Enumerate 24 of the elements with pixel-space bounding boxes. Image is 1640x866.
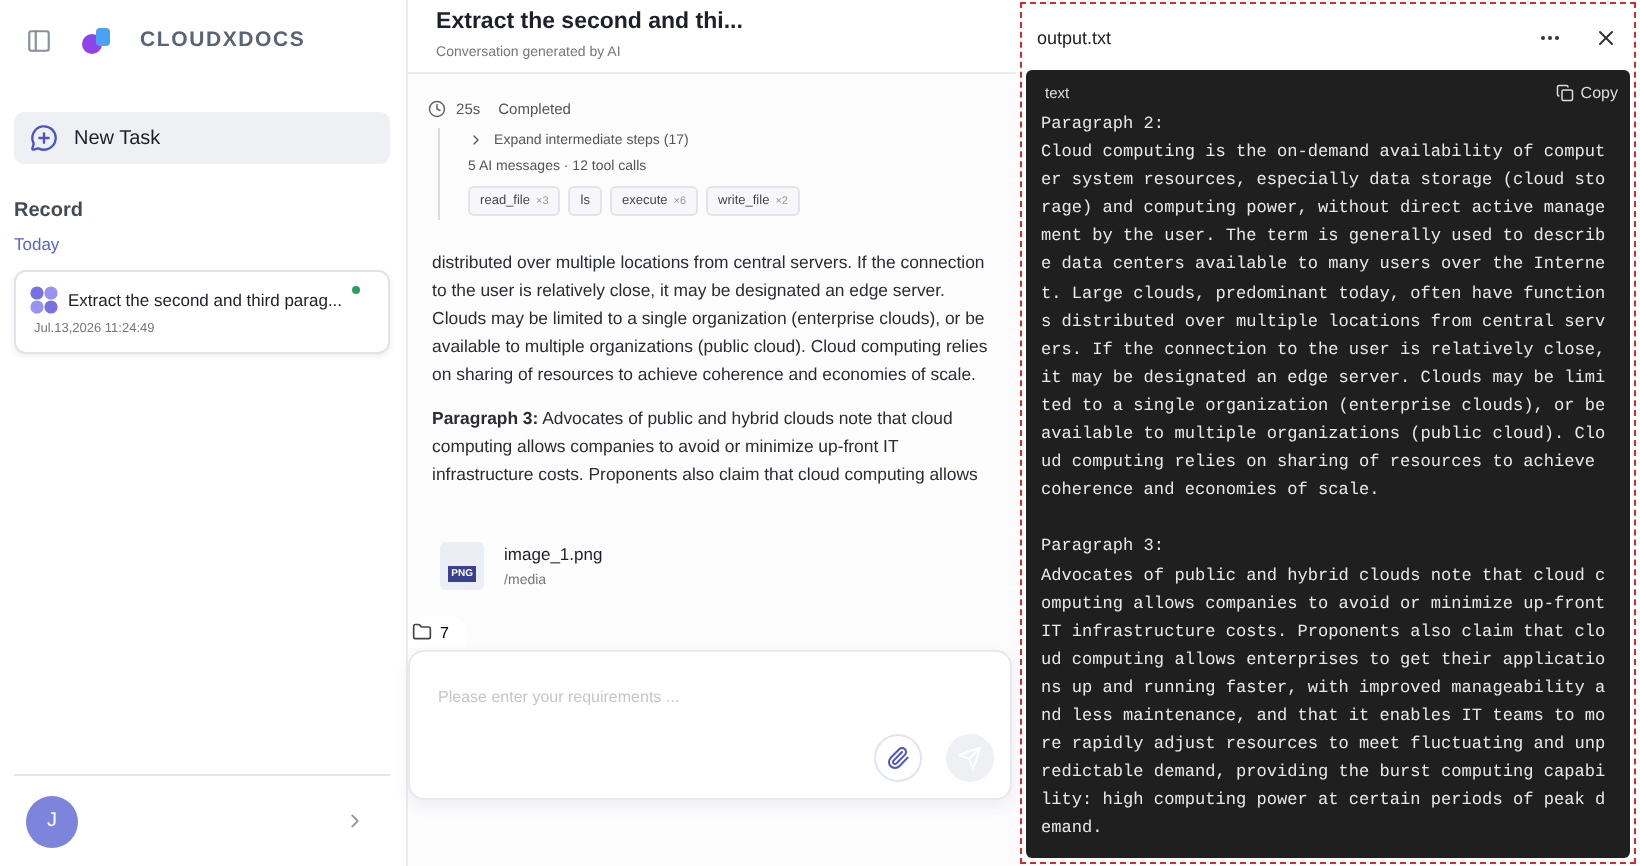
brand-name: CLOUDXDOCS — [140, 28, 306, 52]
close-button[interactable] — [1593, 25, 1618, 49]
new-task-button[interactable]: New Task — [14, 112, 391, 164]
paragraph: Paragraph 3: Advocates of public and hybrid clouds note that cloud computing allows companies to avoid or minimize up-front IT infrastructure costs. Proponents also claim that cloud computing allows — [432, 406, 980, 488]
file-content: Paragraph 2: Cloud computing is the on-demand availability of comput er system resources, especially data storage (cloud sto rage) and computing power, without direct active manage ment by the user. The term is generally used to describ e data centers available to many users over the Interne t. Large clouds, predominant today, often have function s distributed over multiple locations from central serv ers. If the connection to the user is relatively close, it may be designated an edge server. Clouds may be limi ted to a single organization (enterprise clouds), or be available to multiple organizations (public cloud). Clo ud computing relies on sharing of resources to achieve coherence and economies of scale. Paragraph 3: Advocates of public and hybrid clouds note that cloud c omputing allows companies to avoid or minimize up-front IT infrastructure costs. Proponents also claim that clo ud computing allows enterprises to get their applicatio ns up and running faster, with improved manageability a nd less maintenance, and that it enables IT teams to mo re rapidly adjust resources to meet fluctuating and unp redictable demand, providing the burst computing capabi lity: high computing power at certain periods of peak d emand. — [1041, 112, 1608, 843]
folder-icon — [412, 622, 433, 642]
file-title: output.txt — [1037, 27, 1112, 47]
copy-button[interactable]: Copy — [1556, 83, 1618, 101]
sidebar-toggle-icon[interactable] — [26, 27, 52, 53]
attach-button[interactable] — [873, 734, 922, 782]
paperclip-icon — [885, 746, 910, 770]
paragraph: distributed over multiple locations from central servers. If the connection to the user is relatively close, it may be designated an edge server. Clouds may be limited to a single organization (enterprise clouds), or be available to multiple organizations (public cloud). Cloud computing relies on sharing of resources to achieve coherence and economies of scale. — [432, 250, 990, 388]
add-chat-icon — [30, 124, 58, 152]
copy-icon — [1556, 83, 1575, 101]
record-title: Extract the second and third parag... — [68, 290, 343, 310]
close-icon — [1593, 25, 1618, 49]
attachment-name[interactable]: image_1.png — [504, 544, 603, 564]
clock-icon — [428, 100, 447, 118]
task-icon — [30, 286, 58, 314]
conversation-title: Extract the second and thi... — [436, 10, 745, 34]
section-label: Record — [14, 200, 85, 222]
logo-icon — [80, 24, 112, 56]
message-input[interactable]: Please enter your requirements ... — [438, 688, 994, 706]
group-label: Today — [14, 234, 62, 254]
